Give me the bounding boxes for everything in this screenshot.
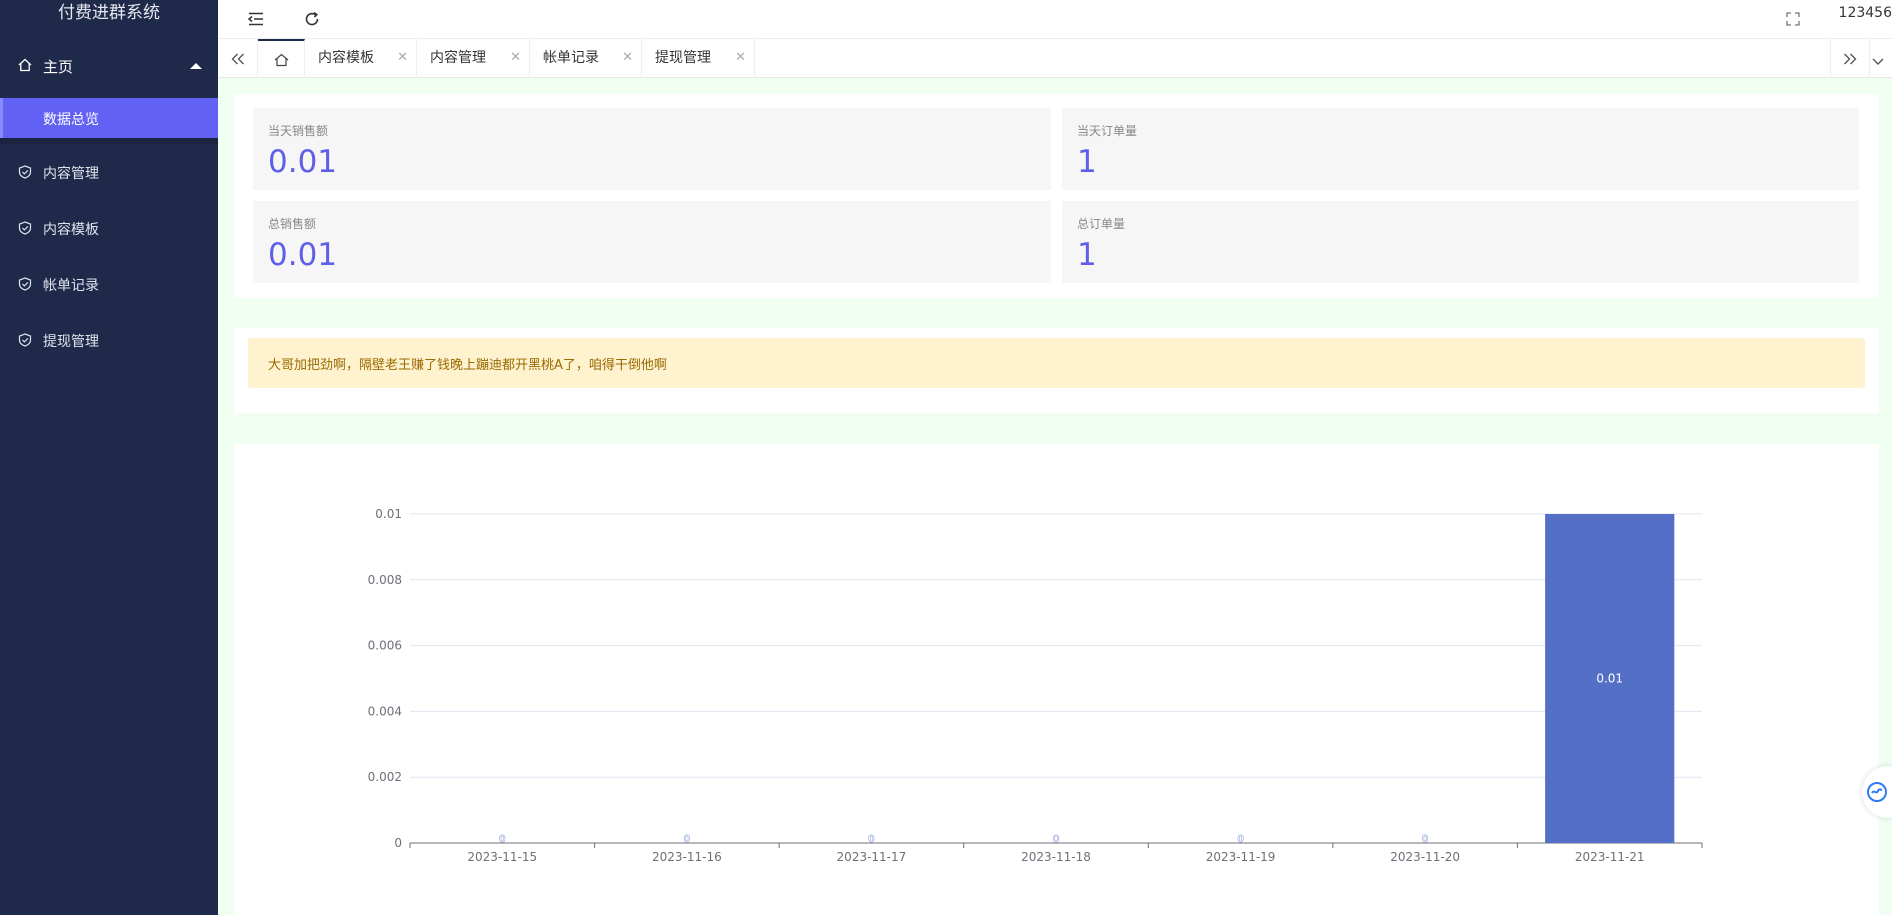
stat-value: 0.01 — [268, 237, 338, 273]
sidebar-item-label: 帐单记录 — [43, 278, 99, 294]
sidebar-item-withdrawal-management[interactable]: 提现管理 — [0, 320, 218, 360]
refresh-button[interactable] — [297, 4, 327, 34]
x-tick-label: 2023-11-21 — [1575, 850, 1645, 864]
stats-card: 当天销售额 0.01 当天订单量 1 总销售额 0.01 总订单量 1 — [234, 94, 1879, 298]
chevron-down-icon — [1872, 58, 1884, 65]
stat-title: 总销售额 — [268, 217, 317, 231]
sidebar-group-label: 主页 — [43, 58, 74, 76]
sidebar: 付费进群系统 主页 数据总览 内容管理 内容模板 帐单记录 提现管理 — [0, 0, 218, 915]
menu-fold-icon — [248, 12, 263, 26]
tab-content-template[interactable]: 内容模板 ✕ — [306, 39, 417, 78]
bar-data-label: 0 — [499, 834, 505, 845]
stat-value: 1 — [1077, 237, 1097, 273]
close-icon[interactable]: ✕ — [510, 39, 521, 77]
stat-total-orders: 总订单量 1 — [1062, 201, 1859, 283]
user-name[interactable]: 123456 — [1839, 5, 1892, 21]
sidebar-submenu: 数据总览 — [0, 98, 218, 144]
tab-label: 内容管理 — [430, 50, 486, 66]
shield-check-icon — [18, 165, 32, 179]
x-tick-label: 2023-11-16 — [652, 850, 722, 864]
y-tick-label: 0.008 — [368, 573, 402, 587]
home-icon — [18, 58, 32, 72]
tab-dropdown-button[interactable] — [1872, 52, 1884, 71]
y-tick-label: 0.004 — [368, 704, 402, 718]
double-chevron-left-icon — [231, 53, 244, 64]
x-tick-label: 2023-11-20 — [1390, 850, 1460, 864]
close-icon[interactable]: ✕ — [735, 39, 746, 77]
bar-data-label: 0 — [868, 834, 874, 845]
y-tick-label: 0.006 — [368, 639, 402, 653]
tab-billing-records[interactable]: 帐单记录 ✕ — [531, 39, 642, 78]
tab-label: 内容模板 — [318, 50, 374, 66]
tab-scroll-left-button[interactable] — [218, 39, 258, 78]
y-tick-label: 0.002 — [368, 770, 402, 784]
shield-check-icon — [18, 333, 32, 347]
stat-title: 当天销售额 — [268, 124, 329, 138]
top-header: 123456 — [218, 0, 1892, 38]
tab-content-management[interactable]: 内容管理 ✕ — [418, 39, 530, 78]
chart-card: 0 0.002 0.004 0.006 0.008 0.01 2023-11-15 0 2023… — [234, 444, 1879, 915]
bar-data-label: 0 — [1053, 834, 1059, 845]
tab-scroll-right-button[interactable] — [1830, 39, 1870, 78]
close-icon[interactable]: ✕ — [622, 39, 633, 77]
bar-data-label: 0.01 — [1596, 672, 1623, 686]
menu-fold-button[interactable] — [241, 4, 271, 34]
notice-banner: 大哥加把劲啊，隔壁老王赚了钱晚上蹦迪都开黑桃A了，咱得干倒他啊 — [248, 338, 1865, 388]
y-tick-label: 0.01 — [375, 507, 402, 521]
tab-withdrawal-management[interactable]: 提现管理 ✕ — [643, 39, 755, 78]
sidebar-group-home[interactable]: 主页 — [0, 46, 218, 86]
x-tick-label: 2023-11-17 — [837, 850, 907, 864]
shield-check-icon — [18, 221, 32, 235]
caret-up-icon — [190, 63, 202, 69]
y-tick-label: 0 — [394, 836, 402, 850]
refresh-icon — [305, 11, 319, 26]
close-icon[interactable]: ✕ — [397, 39, 408, 77]
assistant-icon — [1867, 782, 1887, 802]
stat-today-sales: 当天销售额 0.01 — [253, 108, 1051, 190]
sidebar-item-data-overview[interactable]: 数据总览 — [0, 98, 218, 138]
sidebar-item-billing-records[interactable]: 帐单记录 — [0, 264, 218, 304]
tab-bar: 内容模板 ✕ 内容管理 ✕ 帐单记录 ✕ 提现管理 ✕ — [218, 38, 1892, 78]
sidebar-item-label: 提现管理 — [43, 334, 99, 350]
fullscreen-icon — [1786, 12, 1800, 26]
stat-value: 0.01 — [268, 144, 338, 180]
sidebar-item-content-template[interactable]: 内容模板 — [0, 208, 218, 248]
tab-label: 帐单记录 — [543, 50, 599, 66]
x-tick-label: 2023-11-15 — [467, 850, 537, 864]
sidebar-item-label: 内容管理 — [43, 166, 99, 182]
home-icon — [274, 53, 288, 66]
stat-title: 总订单量 — [1077, 217, 1126, 231]
double-chevron-right-icon — [1844, 53, 1857, 64]
stat-title: 当天订单量 — [1077, 124, 1138, 138]
fullscreen-button[interactable] — [1778, 4, 1808, 34]
stat-today-orders: 当天订单量 1 — [1062, 108, 1859, 190]
notice-text: 大哥加把劲啊，隔壁老王赚了钱晚上蹦迪都开黑桃A了，咱得干倒他啊 — [268, 358, 667, 373]
stat-value: 1 — [1077, 144, 1097, 180]
shield-check-icon — [18, 277, 32, 291]
bar-data-label: 0 — [1237, 834, 1243, 845]
bar-data-label: 0 — [684, 834, 690, 845]
bar-data-label: 0 — [1422, 834, 1428, 845]
app-title: 付费进群系统 — [58, 3, 160, 23]
sidebar-item-label: 内容模板 — [43, 222, 99, 238]
tab-home[interactable] — [258, 39, 305, 78]
x-tick-label: 2023-11-19 — [1206, 850, 1276, 864]
sidebar-item-label: 数据总览 — [43, 112, 99, 128]
sales-bar-chart: 0 0.002 0.004 0.006 0.008 0.01 2023-11-15 0 2023… — [368, 507, 1703, 864]
stat-total-sales: 总销售额 0.01 — [253, 201, 1051, 283]
sidebar-item-content-management[interactable]: 内容管理 — [0, 152, 218, 192]
x-tick-label: 2023-11-18 — [1021, 850, 1091, 864]
tab-label: 提现管理 — [655, 50, 711, 66]
